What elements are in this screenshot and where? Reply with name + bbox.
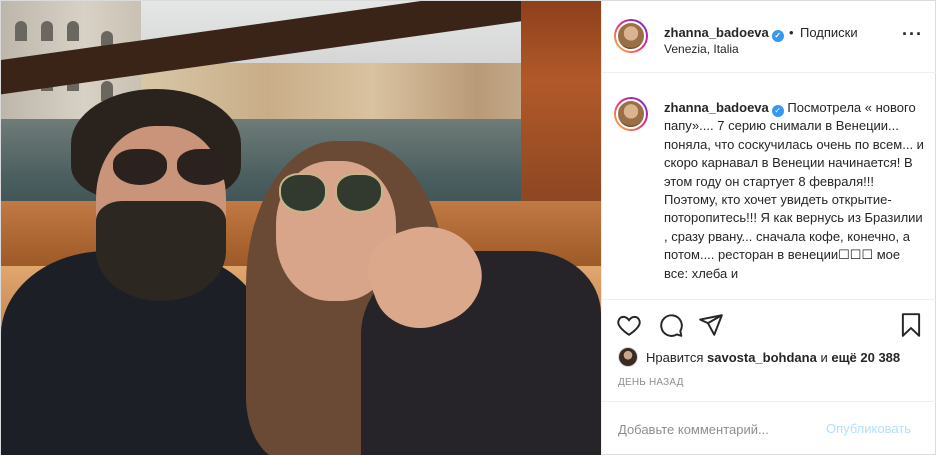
author-username-link[interactable]: zhanna_badoeva ✓	[664, 25, 784, 42]
action-bar	[602, 299, 936, 349]
caption-username-link[interactable]: zhanna_badoeva	[664, 100, 769, 115]
likes-count-link[interactable]: ещё 20 388	[831, 350, 900, 365]
comment-form: Опубликовать	[602, 401, 936, 455]
more-horizontal-icon[interactable]: ···	[902, 25, 922, 44]
paper-plane-icon[interactable]	[698, 312, 724, 338]
likes-summary: Нравится savosta_bohdana и ещё 20 388	[618, 345, 900, 369]
separator-dot: •	[789, 25, 794, 40]
verified-badge-icon: ✓	[771, 30, 784, 42]
comment-icon[interactable]	[658, 312, 684, 338]
comment-input[interactable]	[618, 419, 818, 439]
author-avatar[interactable]	[614, 19, 648, 53]
post-photo[interactable]	[1, 1, 601, 455]
bookmark-icon[interactable]	[898, 312, 924, 338]
post-side-panel: zhanna_badoeva ✓ • Подписки Venezia, Ital…	[601, 1, 936, 455]
post-dialog: zhanna_badoeva ✓ • Подписки Venezia, Ital…	[0, 0, 936, 455]
liker-avatar[interactable]	[618, 347, 638, 367]
verified-badge-icon: ✓	[771, 105, 784, 117]
heart-icon[interactable]	[616, 312, 642, 338]
caption-author-avatar[interactable]	[614, 97, 648, 131]
caption-block: zhanna_badoeva ✓ Посмотрела « нового папу…	[602, 73, 936, 299]
liker-username-link[interactable]: savosta_bohdana	[707, 350, 817, 365]
post-header: zhanna_badoeva ✓ • Подписки Venezia, Ital…	[602, 1, 936, 73]
location-link[interactable]: Venezia, Italia	[664, 42, 739, 56]
publish-button[interactable]: Опубликовать	[826, 421, 911, 436]
caption-text: Посмотрела « нового папу».... 7 серию сн…	[664, 100, 924, 281]
post-timestamp[interactable]: День назад	[618, 377, 684, 388]
following-button[interactable]: Подписки	[800, 25, 858, 40]
